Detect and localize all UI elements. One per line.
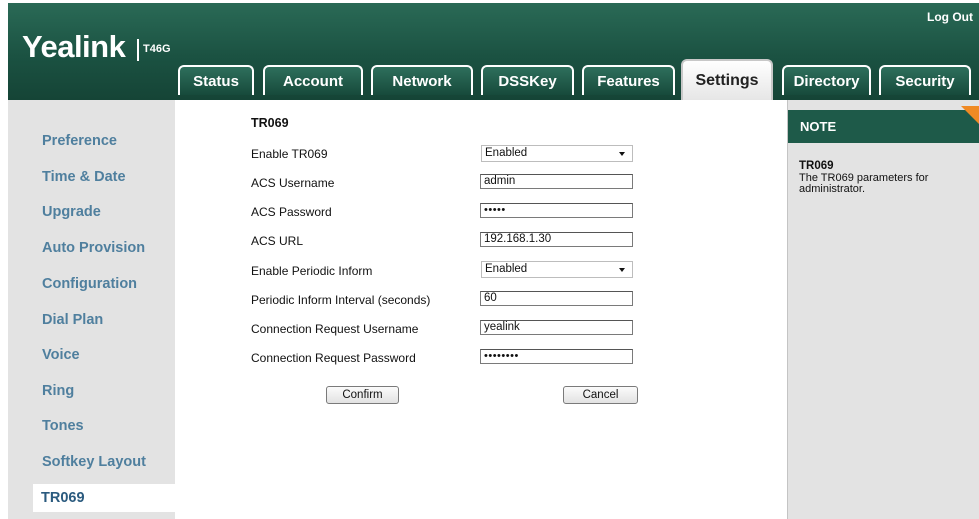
enable-tr069-label: Enable TR069 [251,147,328,161]
acs-url-input[interactable]: 192.168.1.30 [480,232,633,247]
sidebar-item-voice[interactable]: Voice [42,347,80,363]
note-panel: NOTE TR069 The TR069 parameters for admi… [787,100,979,519]
corner-flag-icon [961,106,979,124]
tab-status[interactable]: Status [178,65,254,95]
acs-username-label: ACS Username [251,176,335,190]
header-bar: Yealink T46G Log Out Status Account Netw… [8,3,979,100]
tab-security[interactable]: Security [879,65,971,95]
periodic-inform-interval-input[interactable]: 60 [480,291,633,306]
tab-account[interactable]: Account [263,65,363,95]
acs-username-input[interactable]: admin [480,174,633,189]
acs-password-input[interactable]: ••••• [480,203,633,218]
acs-url-label: ACS URL [251,234,304,248]
note-title: TR069 [799,160,834,172]
main-content: TR069 Enable TR069 Enabled ACS Username … [175,100,787,519]
sidebar-item-auto-provision[interactable]: Auto Provision [42,240,145,256]
tab-features[interactable]: Features [582,65,675,95]
enable-periodic-inform-value: Enabled [485,263,528,275]
connection-request-password-input[interactable]: •••••••• [480,349,633,364]
logout-link[interactable]: Log Out [927,10,973,24]
connection-request-username-label: Connection Request Username [251,322,419,336]
sidebar: Preference Time & Date Upgrade Auto Prov… [8,100,183,519]
chevron-down-icon [619,152,625,156]
sidebar-item-time-date[interactable]: Time & Date [42,169,126,185]
connection-request-password-label: Connection Request Password [251,351,416,365]
sidebar-item-configuration[interactable]: Configuration [42,276,137,292]
chevron-down-icon [619,268,625,272]
tab-network[interactable]: Network [371,65,473,95]
connection-request-username-input[interactable]: yealink [480,320,633,335]
cancel-button[interactable]: Cancel [563,386,638,404]
enable-periodic-inform-select[interactable]: Enabled [481,261,633,278]
sidebar-item-ring[interactable]: Ring [42,383,74,399]
tab-directory[interactable]: Directory [782,65,871,95]
sidebar-item-upgrade[interactable]: Upgrade [42,204,101,220]
sidebar-item-dial-plan[interactable]: Dial Plan [42,312,103,328]
sidebar-item-tr069[interactable]: TR069 [33,484,183,512]
periodic-inform-interval-label: Periodic Inform Interval (seconds) [251,293,431,307]
tab-settings[interactable]: Settings [681,59,773,100]
logo-divider [137,39,139,61]
tab-dsskey[interactable]: DSSKey [481,65,574,95]
sidebar-item-tones[interactable]: Tones [42,418,84,434]
model-label: T46G [143,43,171,55]
acs-password-label: ACS Password [251,205,332,219]
enable-tr069-select[interactable]: Enabled [481,145,633,162]
note-text: The TR069 parameters for administrator. [799,172,929,195]
sidebar-item-softkey-layout[interactable]: Softkey Layout [42,454,146,470]
sidebar-item-preference[interactable]: Preference [42,133,117,149]
enable-tr069-value: Enabled [485,147,528,159]
note-header: NOTE [788,110,979,143]
enable-periodic-inform-label: Enable Periodic Inform [251,264,373,278]
yealink-logo: Yealink [22,29,126,64]
section-title: TR069 [251,116,289,130]
confirm-button[interactable]: Confirm [326,386,399,404]
